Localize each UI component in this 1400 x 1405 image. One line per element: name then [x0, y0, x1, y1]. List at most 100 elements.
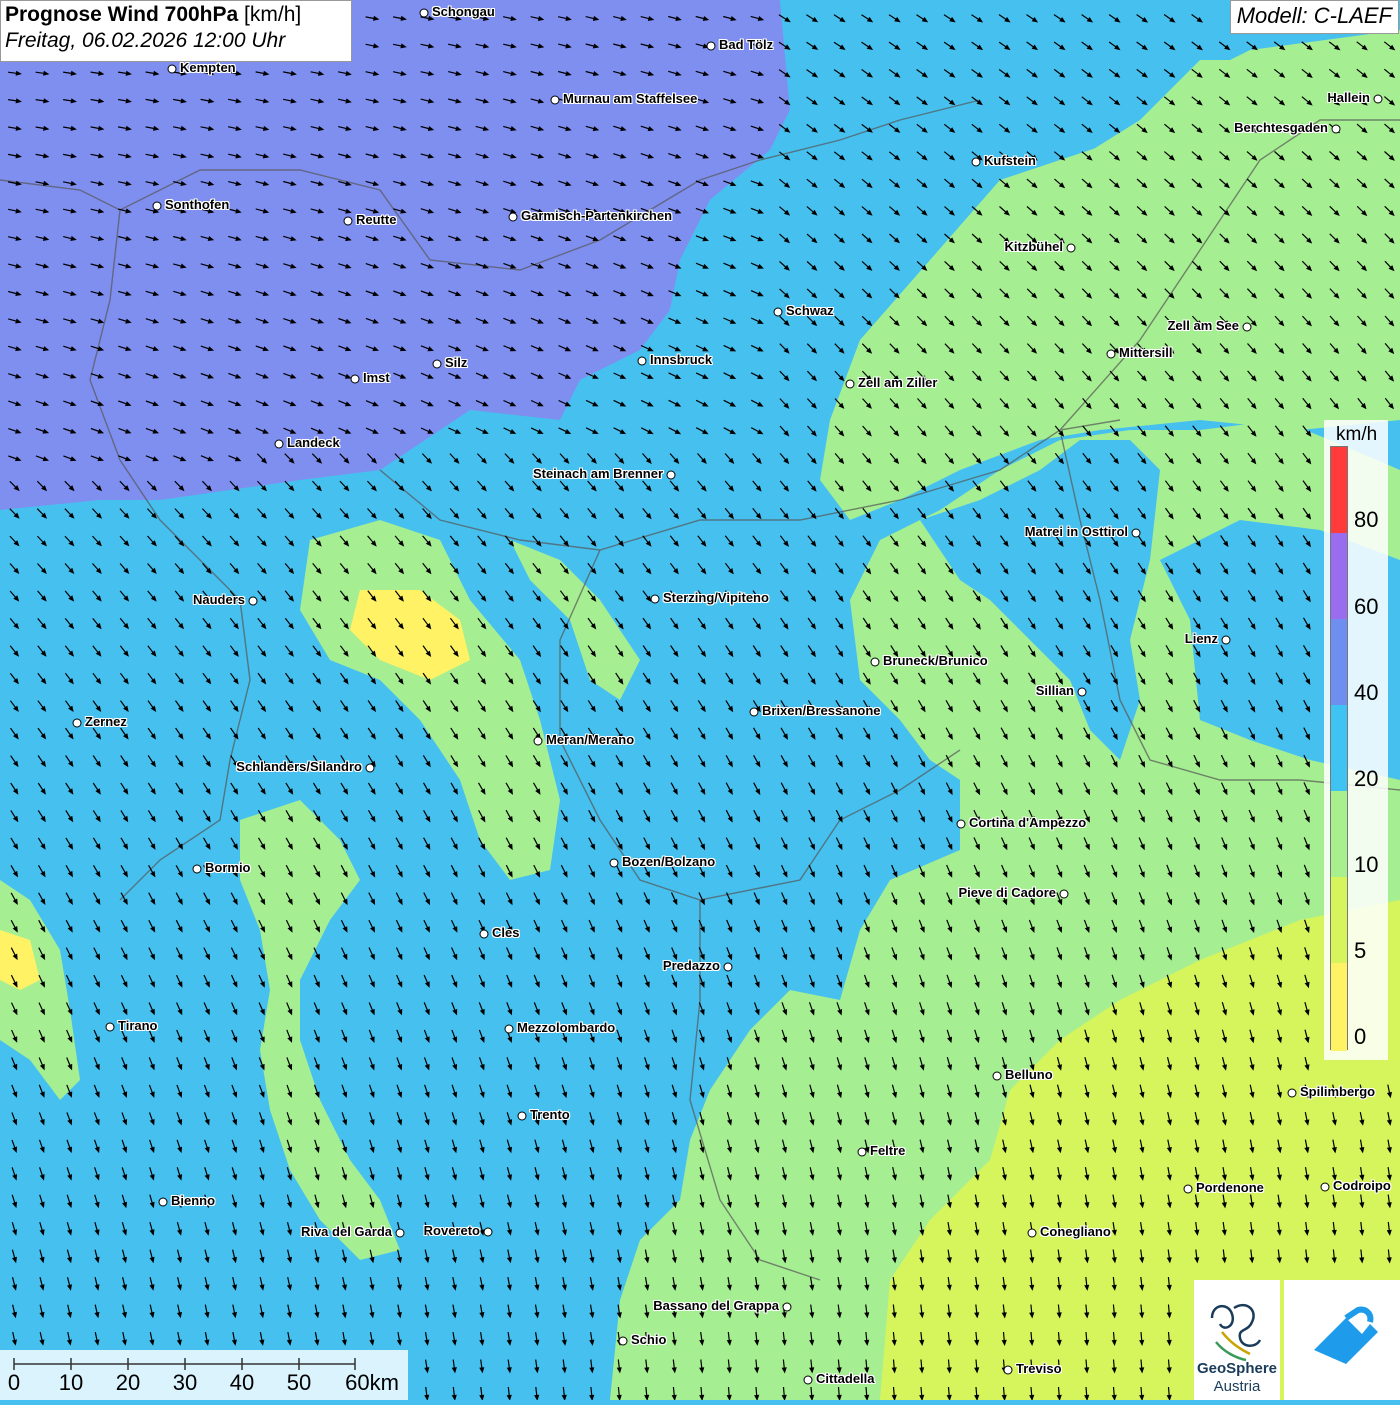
city-label-bad-tolz: Bad Tölz [719, 37, 773, 52]
city-marker-riva-del-garda [396, 1229, 405, 1238]
city-marker-silz [433, 360, 442, 369]
city-label-zell-am-ziller: Zell am Ziller [858, 375, 937, 390]
city-marker-kitzbuhel [1067, 244, 1076, 253]
city-marker-trento [518, 1112, 527, 1121]
city-label-sonthofen: Sonthofen [165, 197, 229, 212]
city-label-sillian: Sillian [1036, 683, 1074, 698]
city-marker-sillian [1078, 688, 1087, 697]
city-marker-pieve-di-cadore [1060, 890, 1069, 899]
city-marker-imst [351, 375, 360, 384]
map-title-box: Prognose Wind 700hPa [km/h] Freitag, 06.… [0, 0, 352, 62]
city-marker-pordenone [1184, 1185, 1193, 1194]
city-label-codroipo: Codroipo [1333, 1178, 1391, 1193]
scale-label-50: 50 [287, 1370, 311, 1396]
legend-swatch-60 [1331, 533, 1347, 619]
city-label-predazzo: Predazzo [663, 958, 720, 973]
city-marker-lienz [1222, 636, 1231, 645]
map-title: Prognose Wind 700hPa [km/h] [5, 3, 347, 27]
city-label-berchtesgaden: Berchtesgaden [1234, 120, 1328, 135]
geosphere-logo[interactable]: GeoSphere Austria [1194, 1280, 1280, 1400]
city-label-matrei-in-osttirol: Matrei in Osttirol [1025, 524, 1128, 539]
city-label-silz: Silz [445, 355, 467, 370]
city-marker-hallein [1374, 95, 1383, 104]
city-marker-schwaz [774, 308, 783, 317]
city-marker-feltre [858, 1148, 867, 1157]
city-label-mezzolombardo: Mezzolombardo [517, 1020, 615, 1035]
city-label-cles: Cles [492, 925, 519, 940]
city-label-garmisch-partenkirchen: Garmisch-Partenkirchen [521, 208, 672, 223]
city-label-spilimbergo: Spilimbergo [1300, 1084, 1375, 1099]
city-marker-bruneck-brunico [871, 658, 880, 667]
city-label-landeck: Landeck [287, 435, 340, 450]
city-label-feltre: Feltre [870, 1143, 905, 1158]
city-marker-predazzo [724, 963, 733, 972]
city-label-belluno: Belluno [1005, 1067, 1053, 1082]
city-marker-schlanders-silandro [366, 764, 375, 773]
city-marker-zell-am-see [1243, 323, 1252, 332]
city-label-cortina-d-ampezzo: Cortina d'Ampezzo [969, 815, 1086, 830]
app-logo[interactable] [1284, 1280, 1400, 1400]
city-marker-sonthofen [153, 202, 162, 211]
city-label-mittersill: Mittersill [1119, 345, 1172, 360]
scale-label-60: 60km [345, 1370, 399, 1396]
city-marker-brixen-bressanone [750, 708, 759, 717]
city-label-nauders: Nauders [193, 592, 245, 607]
city-marker-tirano [106, 1023, 115, 1032]
legend-swatch-40 [1331, 619, 1347, 705]
city-marker-cortina-d-ampezzo [957, 820, 966, 829]
model-label: Modell: C-LAEF [1230, 0, 1399, 34]
scale-label-10: 10 [59, 1370, 83, 1396]
city-label-riva-del-garda: Riva del Garda [301, 1224, 392, 1239]
city-marker-bad-tolz [707, 42, 716, 51]
legend-tick-10: 10 [1354, 854, 1378, 876]
city-label-zell-am-see: Zell am See [1167, 318, 1239, 333]
city-label-murnau-am-staffelsee: Murnau am Staffelsee [563, 91, 697, 106]
city-marker-innsbruck [638, 357, 647, 366]
city-marker-zernez [73, 719, 82, 728]
city-marker-bormio [193, 865, 202, 874]
city-marker-kufstein [972, 158, 981, 167]
city-label-schongau: Schongau [432, 4, 495, 19]
city-label-bozen-bolzano: Bozen/Bolzano [622, 854, 715, 869]
city-marker-mezzolombardo [505, 1025, 514, 1034]
city-marker-belluno [993, 1072, 1002, 1081]
city-label-kempten: Kempten [180, 60, 236, 75]
city-label-steinach-am-brenner: Steinach am Brenner [533, 466, 663, 481]
city-label-bormio: Bormio [205, 860, 251, 875]
scale-bar: 0 10 20 30 40 50 60km [0, 1350, 408, 1400]
geosphere-logo-icon [1194, 1288, 1280, 1368]
legend-swatch-10 [1331, 791, 1347, 877]
legend-bar [1330, 446, 1348, 1050]
city-marker-matrei-in-osttirol [1132, 529, 1141, 538]
city-marker-bienno [159, 1198, 168, 1207]
city-marker-codroipo [1321, 1183, 1330, 1192]
city-label-imst: Imst [363, 370, 390, 385]
scale-label-40: 40 [230, 1370, 254, 1396]
legend-swatch-80 [1331, 447, 1347, 533]
scale-label-30: 30 [173, 1370, 197, 1396]
legend-swatch-0 [1331, 963, 1347, 1051]
color-legend: km/h 80 60 40 20 10 5 0 [1324, 420, 1388, 1060]
city-label-innsbruck: Innsbruck [650, 352, 712, 367]
scale-label-20: 20 [116, 1370, 140, 1396]
city-marker-reutte [344, 217, 353, 226]
city-marker-nauders [249, 597, 258, 606]
city-label-pieve-di-cadore: Pieve di Cadore [958, 885, 1056, 900]
geosphere-logo-text-2: Austria [1194, 1378, 1280, 1395]
city-label-bruneck-brunico: Bruneck/Brunico [883, 653, 988, 668]
city-label-sterzing-vipiteno: Sterzing/Vipiteno [663, 590, 769, 605]
legend-tick-40: 40 [1354, 682, 1378, 704]
city-label-schwaz: Schwaz [786, 303, 834, 318]
city-marker-sterzing-vipiteno [651, 595, 660, 604]
city-label-pordenone: Pordenone [1196, 1180, 1264, 1195]
city-label-bienno: Bienno [171, 1193, 215, 1208]
city-marker-schongau [420, 9, 429, 18]
city-marker-meran-merano [534, 737, 543, 746]
city-label-schlanders-silandro: Schlanders/Silandro [236, 759, 362, 774]
city-label-lienz: Lienz [1185, 631, 1218, 646]
city-label-hallein: Hallein [1327, 90, 1370, 105]
city-label-reutte: Reutte [356, 212, 396, 227]
city-marker-cles [480, 930, 489, 939]
city-label-zernez: Zernez [85, 714, 127, 729]
legend-tick-60: 60 [1354, 596, 1378, 618]
